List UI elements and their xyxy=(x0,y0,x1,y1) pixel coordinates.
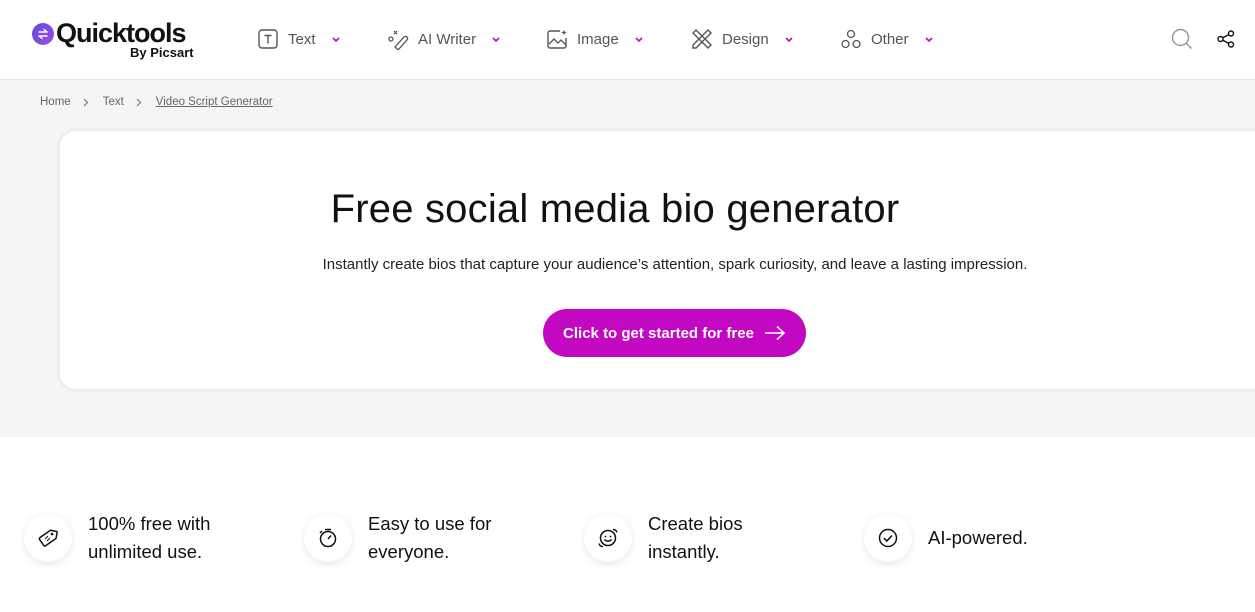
chevron-right-icon xyxy=(83,97,91,107)
nav-item-ai-writer[interactable]: AI Writer xyxy=(386,24,502,54)
get-started-label: Click to get started for free xyxy=(563,324,754,342)
feature-instant: Create bios instantly. xyxy=(584,510,818,566)
feature-icon-badge xyxy=(584,514,632,562)
nav-label: Image xyxy=(577,30,619,48)
nav-item-other[interactable]: Other xyxy=(839,24,935,54)
breadcrumb: Home Text Video Script Generator xyxy=(40,96,273,108)
stopwatch-icon xyxy=(319,528,337,548)
feature-ai: AI-powered. xyxy=(864,510,1098,566)
get-started-button[interactable]: Click to get started for free xyxy=(543,309,806,357)
nav-item-image[interactable]: Image xyxy=(545,24,645,54)
feature-text: Create bios instantly. xyxy=(648,513,743,562)
page-subtitle: Instantly create bios that capture your … xyxy=(322,256,1028,273)
nav-item-design[interactable]: Design xyxy=(690,24,795,54)
nav-label: Design xyxy=(722,30,769,48)
arrow-right-icon xyxy=(764,325,786,341)
feature-easy: Easy to use for everyone. xyxy=(304,510,538,566)
search-button[interactable] xyxy=(1169,26,1195,52)
logo-subtitle: By Picsart xyxy=(130,45,194,60)
check-circle-icon xyxy=(878,528,898,548)
nav-label: Text xyxy=(288,30,316,48)
circles-icon xyxy=(839,27,863,51)
nav-label: AI Writer xyxy=(418,30,477,48)
chevron-down-icon xyxy=(783,33,795,45)
chevron-down-icon xyxy=(330,33,342,45)
feature-text: AI-powered. xyxy=(928,527,1028,548)
share-button[interactable] xyxy=(1213,26,1239,52)
breadcrumb-home[interactable]: Home xyxy=(40,96,71,108)
smiley-orbit-icon xyxy=(598,528,618,548)
page-title: Free social media bio generator xyxy=(330,187,900,231)
image-sparkle-icon xyxy=(545,27,569,51)
quicktools-logo[interactable]: Quicktools By Picsart xyxy=(32,18,202,62)
search-icon xyxy=(1171,28,1193,50)
feature-icon-badge xyxy=(864,514,912,562)
feature-icon-badge xyxy=(24,514,72,562)
nav-label: Other xyxy=(871,30,909,48)
pencil-ruler-icon xyxy=(690,27,714,51)
feature-text: Easy to use for everyone. xyxy=(368,513,492,562)
magic-wand-icon xyxy=(386,27,410,51)
logo-swap-icon xyxy=(32,23,54,45)
nav-item-text[interactable]: Text xyxy=(256,24,342,54)
site-header: Quicktools By Picsart Text AI Writer Ima… xyxy=(0,0,1255,80)
chevron-down-icon xyxy=(633,33,645,45)
breadcrumb-text[interactable]: Text xyxy=(103,96,124,108)
share-icon xyxy=(1217,30,1235,48)
price-tag-icon xyxy=(38,529,58,547)
feature-text: 100% free with unlimited use. xyxy=(88,513,211,562)
text-box-icon xyxy=(256,27,280,51)
chevron-down-icon xyxy=(923,33,935,45)
feature-icon-badge xyxy=(304,514,352,562)
chevron-right-icon xyxy=(136,97,144,107)
breadcrumb-current[interactable]: Video Script Generator xyxy=(156,96,273,108)
chevron-down-icon xyxy=(490,33,502,45)
feature-free: 100% free with unlimited use. xyxy=(24,510,258,566)
